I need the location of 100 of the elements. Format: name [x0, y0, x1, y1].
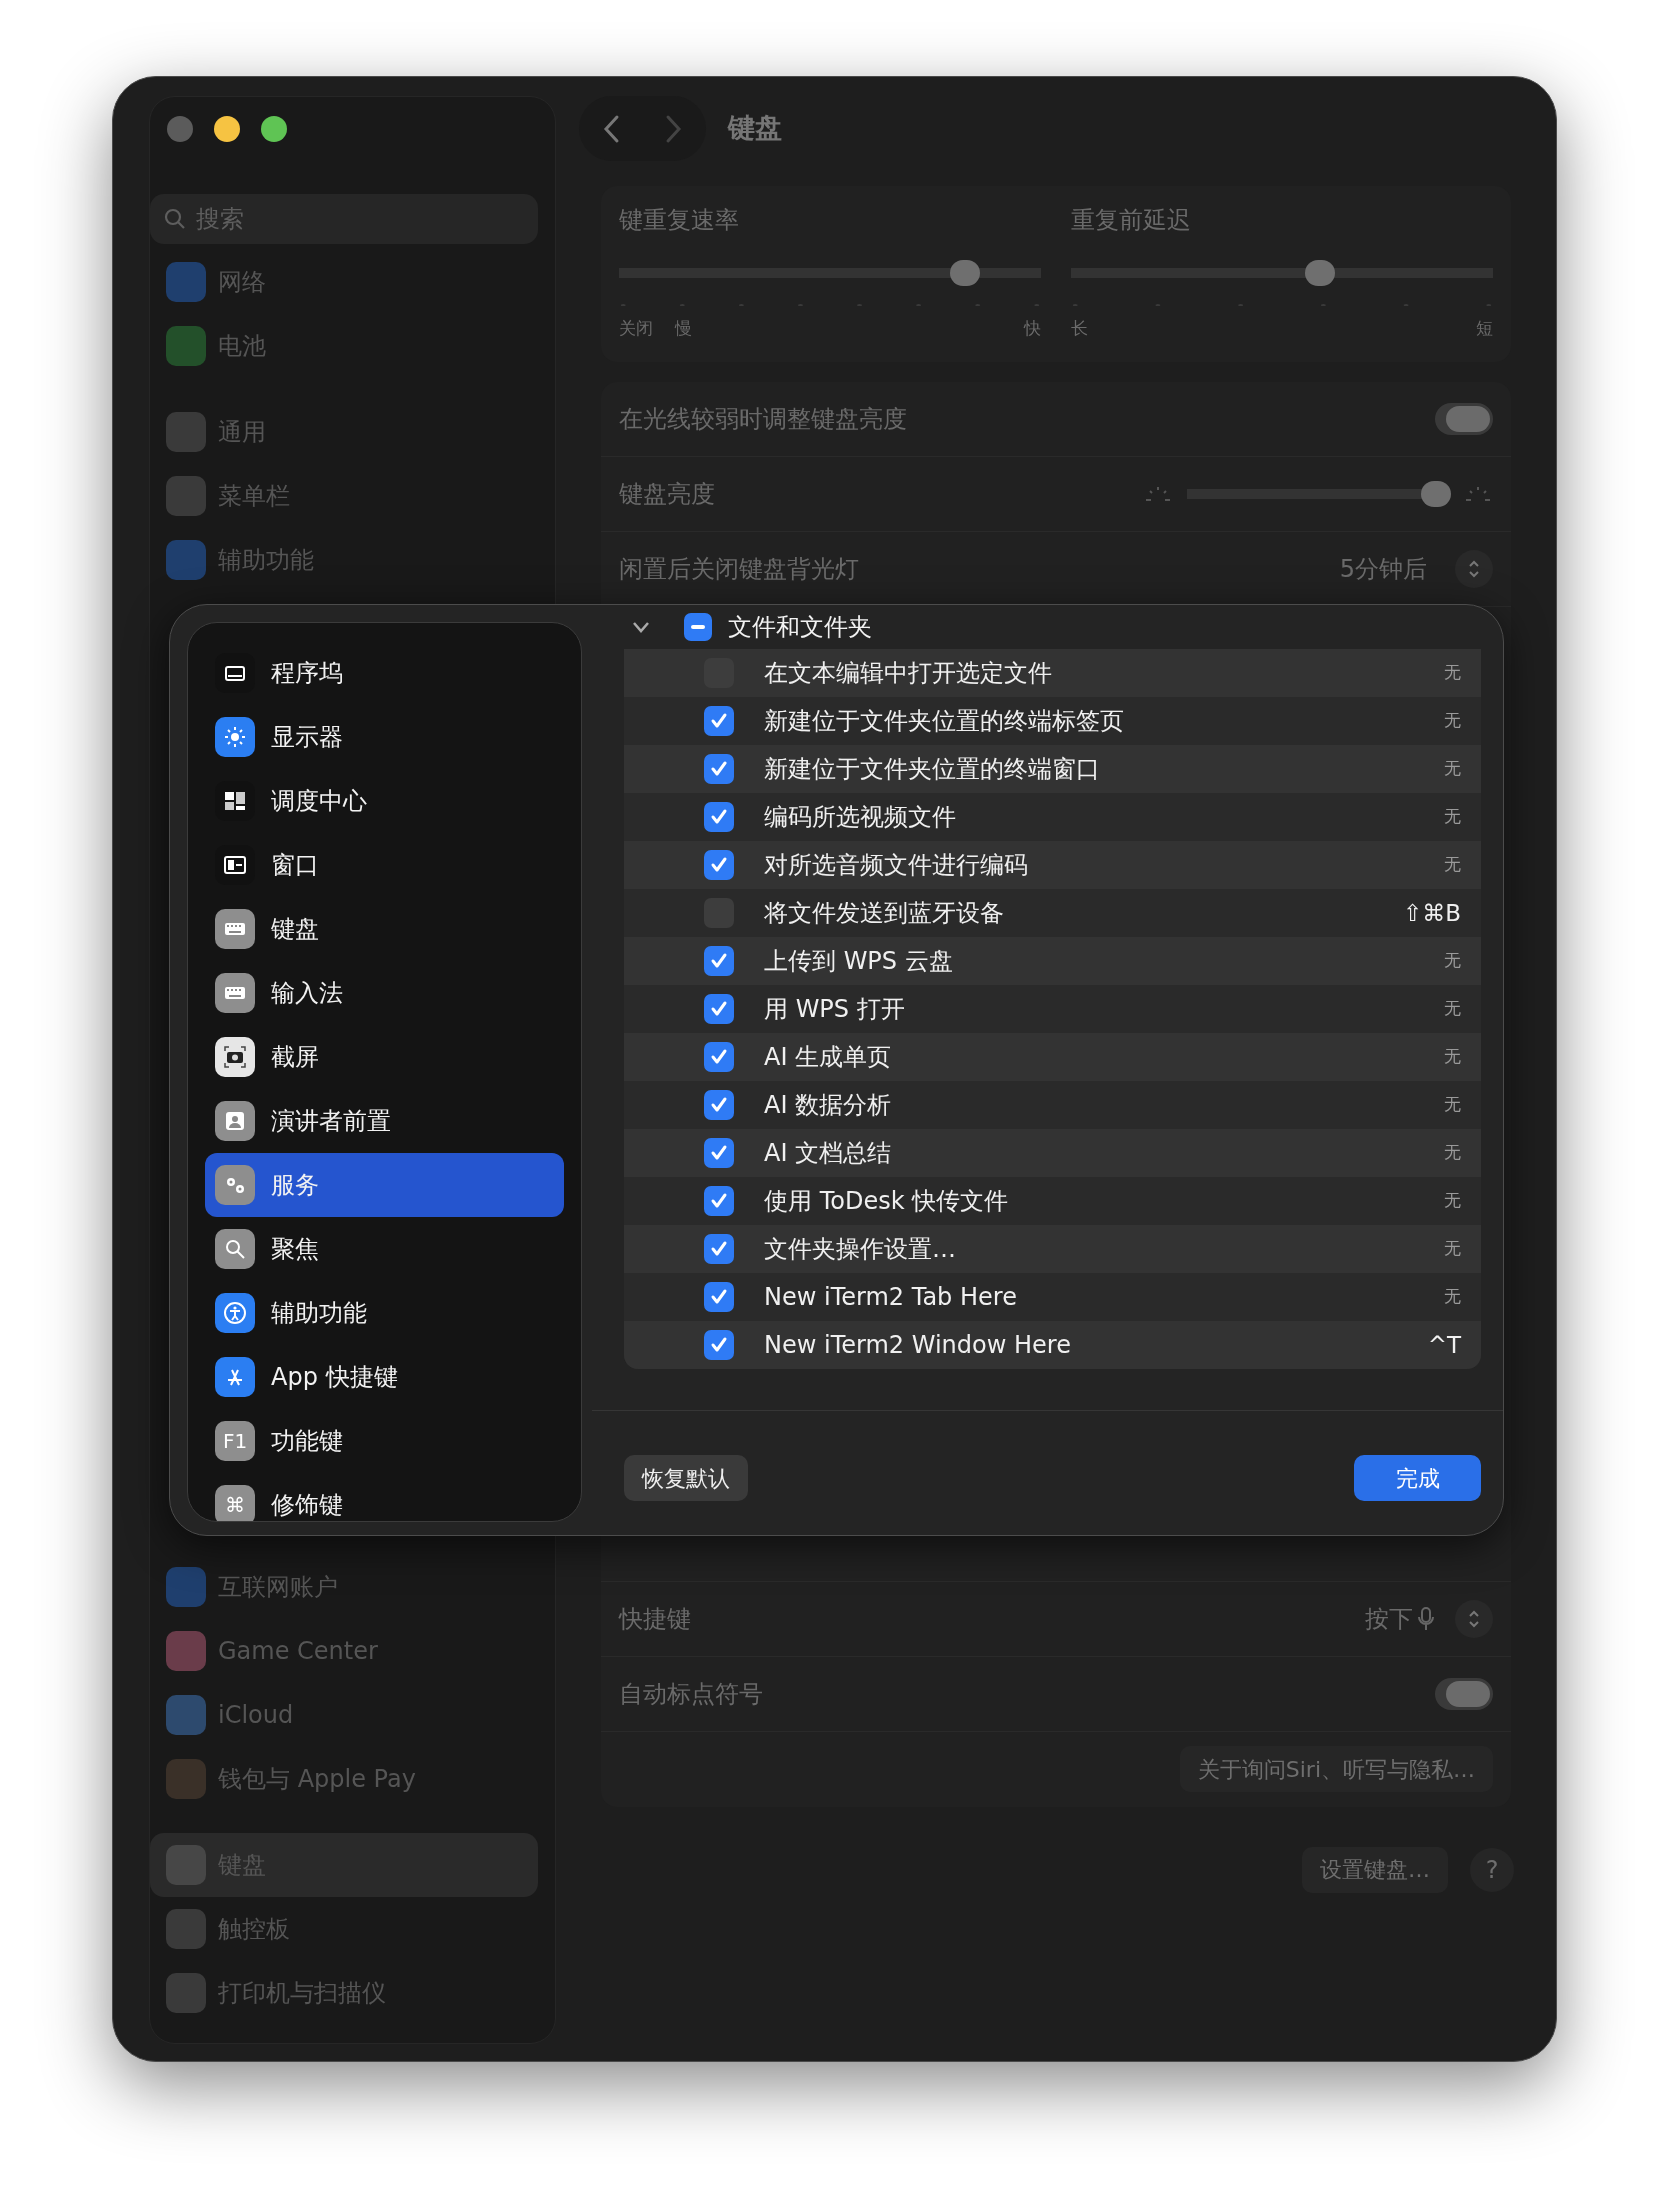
service-name: New iTerm2 Tab Here: [764, 1282, 1017, 1313]
window-control-button[interactable]: [214, 116, 240, 142]
sidebar-item[interactable]: Game Center: [150, 1619, 538, 1683]
slider-label: 重复前延迟: [1071, 205, 1192, 236]
category-item[interactable]: ⌘ 修饰键: [205, 1473, 564, 1521]
sidebar-item[interactable]: 打印机与扫描仪: [150, 1961, 538, 2025]
slider-thumb[interactable]: [1420, 480, 1451, 507]
setting-label: 自动标点符号: [619, 1678, 763, 1710]
shortcut-text[interactable]: 无: [1444, 852, 1461, 878]
disclosure-icon[interactable]: [632, 621, 650, 633]
sidebar-item[interactable]: 辅助功能: [150, 528, 538, 592]
group-label: 文件和文件夹: [728, 612, 872, 643]
shortcut-text[interactable]: 无: [1444, 1092, 1461, 1118]
checkbox[interactable]: [704, 754, 734, 784]
service-name: 将文件发送到蓝牙设备: [764, 898, 1004, 929]
checkbox[interactable]: [704, 706, 734, 736]
shortcut-text[interactable]: ^T: [1427, 1327, 1461, 1363]
service-name: New iTerm2 Window Here: [764, 1330, 1071, 1361]
scale-label: 长: [1071, 317, 1088, 340]
setup-keyboard-button[interactable]: 设置键盘…: [1302, 1846, 1448, 1893]
checkbox[interactable]: [704, 946, 734, 976]
sidebar-item[interactable]: 通用: [150, 400, 538, 464]
sidebar-item[interactable]: 网络: [150, 250, 538, 314]
service-name: 使用 ToDesk 快传文件: [764, 1186, 1009, 1217]
slider-thumb[interactable]: [1304, 260, 1335, 286]
setting-label: 快捷键: [619, 1603, 691, 1635]
slider-label: 键重复速率: [619, 205, 740, 236]
category-item[interactable]: 调度中心: [205, 769, 564, 833]
category-item[interactable]: 截屏: [205, 1025, 564, 1089]
shortcut-text[interactable]: 无: [1444, 1284, 1461, 1310]
sidebar-item[interactable]: iCloud: [150, 1683, 538, 1747]
category-item[interactable]: 辅助功能: [205, 1281, 564, 1345]
checkbox[interactable]: [704, 1282, 734, 1312]
service-name: 在文本编辑中打开选定文件: [764, 658, 1052, 689]
service-name: 编码所选视频文件: [764, 802, 956, 833]
scale-label: 短: [1476, 317, 1493, 340]
setting-label: 闲置后关闭键盘背光灯: [619, 553, 859, 585]
scale-label: 关闭: [619, 317, 653, 340]
service-name: 用 WPS 打开: [764, 994, 905, 1025]
select-value[interactable]: 按下: [1365, 1600, 1413, 1637]
help-button[interactable]: ?: [1470, 1847, 1514, 1892]
service-name: AI 数据分析: [764, 1090, 892, 1121]
stepper-icon[interactable]: [1455, 549, 1493, 588]
chevron-left-icon: [601, 113, 620, 144]
shortcut-text[interactable]: 无: [1444, 804, 1461, 830]
checkbox[interactable]: [704, 850, 734, 880]
category-item[interactable]: 输入法: [205, 961, 564, 1025]
category-item[interactable]: 程序坞: [205, 641, 564, 705]
shortcut-text[interactable]: 无: [1444, 1188, 1461, 1214]
shortcut-text[interactable]: 无: [1444, 756, 1461, 782]
checkbox[interactable]: [704, 994, 734, 1024]
shortcut-text[interactable]: 无: [1444, 1140, 1461, 1166]
shortcut-text[interactable]: 无: [1444, 660, 1461, 686]
checkbox[interactable]: [704, 1234, 734, 1264]
checkbox[interactable]: [704, 1090, 734, 1120]
privacy-button[interactable]: 关于询问Siri、听写与隐私…: [1179, 1746, 1493, 1792]
key-icon: ⌘: [215, 1485, 255, 1521]
service-name: 新建位于文件夹位置的终端窗口: [764, 754, 1100, 785]
sidebar-item[interactable]: 互联网账户: [150, 1555, 538, 1619]
sidebar-item[interactable]: 电池: [150, 314, 538, 378]
microphone-icon: [1417, 1605, 1435, 1632]
toggle-switch[interactable]: [1435, 402, 1493, 435]
category-item[interactable]: 窗口: [205, 833, 564, 897]
restore-defaults-button[interactable]: 恢复默认: [624, 1455, 748, 1501]
checkbox[interactable]: [704, 1330, 734, 1360]
shortcut-text[interactable]: 无: [1444, 1044, 1461, 1070]
service-name: 新建位于文件夹位置的终端标签页: [764, 706, 1124, 737]
sidebar-item[interactable]: 触控板: [150, 1897, 538, 1961]
checkbox[interactable]: [684, 613, 712, 641]
category-item[interactable]: 演讲者前置: [205, 1089, 564, 1153]
category-item[interactable]: 键盘: [205, 897, 564, 961]
category-item[interactable]: 服务: [205, 1153, 564, 1217]
window-control-button[interactable]: [261, 116, 287, 142]
select-value[interactable]: 5分钟后: [1339, 550, 1427, 587]
shortcut-text[interactable]: 无: [1444, 1236, 1461, 1262]
toggle-switch[interactable]: [1435, 1677, 1493, 1710]
category-item[interactable]: F1 功能键: [205, 1409, 564, 1473]
category-item[interactable]: App 快捷键: [205, 1345, 564, 1409]
checkbox[interactable]: [704, 1042, 734, 1072]
stepper-icon[interactable]: [1455, 1599, 1493, 1638]
category-item[interactable]: 显示器: [205, 705, 564, 769]
shortcut-text[interactable]: 无: [1444, 948, 1461, 974]
done-button[interactable]: 完成: [1354, 1455, 1481, 1501]
slider-thumb[interactable]: [950, 260, 981, 286]
service-name: AI 文档总结: [764, 1138, 892, 1169]
checkbox[interactable]: [704, 1186, 734, 1216]
search-field[interactable]: 搜索: [150, 194, 538, 244]
shortcut-text[interactable]: ⇧⌘B: [1402, 895, 1461, 931]
checkbox[interactable]: [704, 802, 734, 832]
chevron-right-icon: [665, 113, 684, 144]
service-name: AI 生成单页: [764, 1042, 892, 1073]
shortcut-text[interactable]: 无: [1444, 996, 1461, 1022]
checkbox[interactable]: [704, 1138, 734, 1168]
shortcut-text[interactable]: 无: [1444, 708, 1461, 734]
sidebar-item[interactable]: 钱包与 Apple Pay: [150, 1747, 538, 1811]
service-name: 上传到 WPS 云盘: [764, 946, 953, 977]
category-item[interactable]: 聚焦: [205, 1217, 564, 1281]
setting-label: 键盘亮度: [619, 478, 715, 510]
key-icon: F1: [215, 1421, 255, 1461]
sidebar-item[interactable]: 菜单栏: [150, 464, 538, 528]
